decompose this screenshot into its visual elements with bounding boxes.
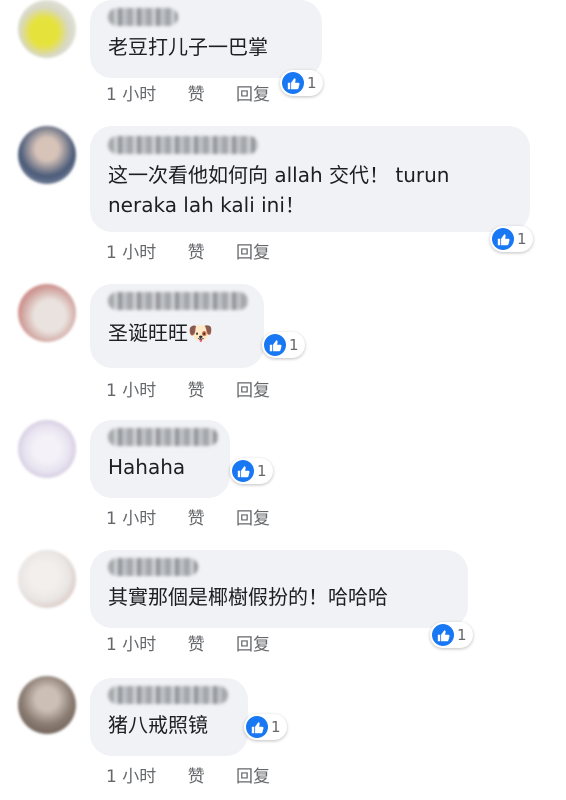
comment-time[interactable]: 1 小时: [106, 767, 156, 787]
commenter-name-redacted[interactable]: [108, 8, 178, 26]
comment-text: 圣诞旺旺🐶: [108, 321, 213, 345]
avatar[interactable]: [18, 550, 76, 608]
comment-meta: 1 小时 赞 回复: [106, 762, 296, 787]
comment-time[interactable]: 1 小时: [106, 85, 156, 105]
commenter-name-redacted[interactable]: [108, 686, 228, 704]
comment-text: 猪八戒照镜: [108, 713, 208, 737]
like-link[interactable]: 赞: [188, 85, 205, 105]
thumbs-up-icon: [246, 716, 268, 738]
reply-link[interactable]: 回复: [236, 85, 270, 105]
avatar[interactable]: [18, 0, 76, 58]
thumbs-up-icon: [492, 228, 514, 250]
reaction-count-value: 1: [257, 462, 267, 480]
reaction-count[interactable]: 1: [262, 332, 305, 358]
like-link[interactable]: 赞: [188, 767, 205, 787]
reply-link[interactable]: 回复: [236, 635, 270, 655]
like-link[interactable]: 赞: [188, 243, 205, 263]
commenter-name-redacted[interactable]: [108, 558, 198, 576]
thumbs-up-icon: [264, 334, 286, 356]
comment-meta: 1 小时 赞 回复: [106, 238, 296, 263]
reaction-count-value: 1: [457, 626, 467, 644]
reply-link[interactable]: 回复: [236, 509, 270, 529]
reply-link[interactable]: 回复: [236, 243, 270, 263]
thumbs-up-icon: [432, 624, 454, 646]
reaction-count-value: 1: [517, 230, 527, 248]
like-link[interactable]: 赞: [188, 635, 205, 655]
comment-time[interactable]: 1 小时: [106, 243, 156, 263]
avatar[interactable]: [18, 676, 76, 734]
reaction-count-value: 1: [307, 74, 317, 92]
comment-bubble: 猪八戒照镜: [90, 678, 248, 756]
comment-bubble: 老豆打儿子一巴掌: [90, 0, 322, 78]
comment-bubble: 其實那個是椰樹假扮的！哈哈哈: [90, 550, 468, 628]
avatar[interactable]: [18, 284, 76, 342]
commenter-name-redacted[interactable]: [108, 292, 248, 310]
reaction-count-value: 1: [289, 336, 299, 354]
comment-time[interactable]: 1 小时: [106, 381, 156, 401]
like-link[interactable]: 赞: [188, 509, 205, 529]
comment-text: 这一次看他如何向 allah 交代！ turun neraka lah kali…: [108, 163, 450, 217]
comment-meta: 1 小时 赞 回复: [106, 376, 296, 401]
reaction-count[interactable]: 1: [230, 458, 273, 484]
comment-text: Hahaha: [108, 455, 186, 479]
reply-link[interactable]: 回复: [236, 381, 270, 401]
reaction-count[interactable]: 1: [430, 622, 473, 648]
avatar[interactable]: [18, 420, 76, 478]
comment-time[interactable]: 1 小时: [106, 635, 156, 655]
reaction-count[interactable]: 1: [490, 226, 533, 252]
avatar[interactable]: [18, 126, 76, 184]
commenter-name-redacted[interactable]: [108, 136, 258, 154]
reaction-count[interactable]: 1: [244, 714, 287, 740]
like-link[interactable]: 赞: [188, 381, 205, 401]
thumbs-up-icon: [232, 460, 254, 482]
commenter-name-redacted[interactable]: [108, 428, 218, 446]
comment-bubble: 圣诞旺旺🐶: [90, 284, 264, 368]
reply-link[interactable]: 回复: [236, 767, 270, 787]
comment-bubble: Hahaha: [90, 420, 230, 498]
comment-meta: 1 小时 赞 回复: [106, 504, 296, 529]
comment-time[interactable]: 1 小时: [106, 509, 156, 529]
comment-meta: 1 小时 赞 回复: [106, 80, 296, 105]
comment-meta: 1 小时 赞 回复: [106, 630, 296, 655]
reaction-count-value: 1: [271, 718, 281, 736]
comment-bubble: 这一次看他如何向 allah 交代！ turun neraka lah kali…: [90, 126, 530, 232]
comment-text: 老豆打儿子一巴掌: [108, 35, 268, 59]
comment-text: 其實那個是椰樹假扮的！哈哈哈: [108, 585, 388, 609]
